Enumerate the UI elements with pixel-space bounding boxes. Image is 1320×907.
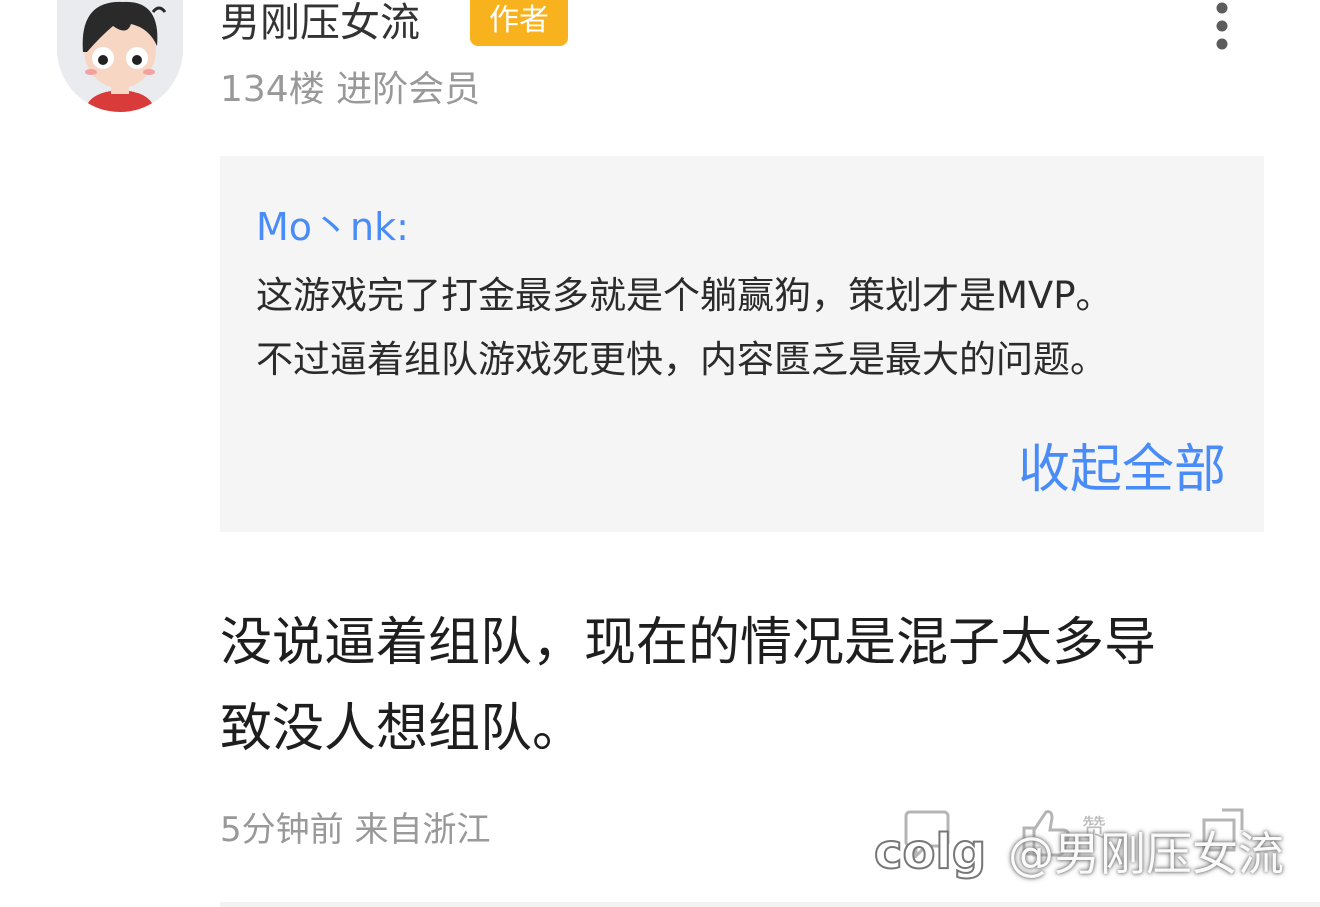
author-badge: 作者	[470, 0, 568, 46]
quoted-comment: Mo丶nk: 这游戏完了打金最多就是个躺赢狗，策划才是MVP。 不过逼着组队游戏…	[220, 156, 1264, 532]
reply-content: 没说逼着组队，现在的情况是混子太多导 致没人想组队。	[220, 600, 1260, 772]
author-avatar[interactable]	[57, 0, 183, 112]
author-name[interactable]: 男刚压女流	[220, 0, 420, 46]
quoted-username[interactable]: Mo丶nk:	[256, 204, 409, 250]
collapse-all-link[interactable]: 收起全部	[1018, 438, 1226, 502]
more-vertical-icon	[1216, 2, 1228, 50]
quoted-text-line: 这游戏完了打金最多就是个躺赢狗，策划才是MVP。	[256, 274, 1113, 317]
watermark-text: @男刚压女流	[1008, 827, 1284, 881]
colg-watermark-logo: colg	[873, 823, 987, 881]
member-level: 进阶会员	[336, 69, 481, 110]
svg-text:colg: colg	[874, 824, 986, 880]
bottom-divider	[220, 902, 1320, 907]
post-time: 5分钟前	[220, 810, 344, 850]
reply-text-line: 致没人想组队。	[220, 699, 585, 759]
quoted-text-line: 不过逼着组队游戏死更快，内容匮乏是最大的问题。	[256, 338, 1107, 381]
post-location: 来自浙江	[354, 810, 491, 850]
floor-info: 134楼 进阶会员	[220, 68, 480, 112]
floor-number: 134楼	[220, 69, 325, 110]
reply-text-line: 没说逼着组队，现在的情况是混子太多导	[220, 613, 1157, 673]
more-options-button[interactable]	[1202, 0, 1242, 60]
post-meta: 5分钟前 来自浙江	[220, 808, 490, 852]
